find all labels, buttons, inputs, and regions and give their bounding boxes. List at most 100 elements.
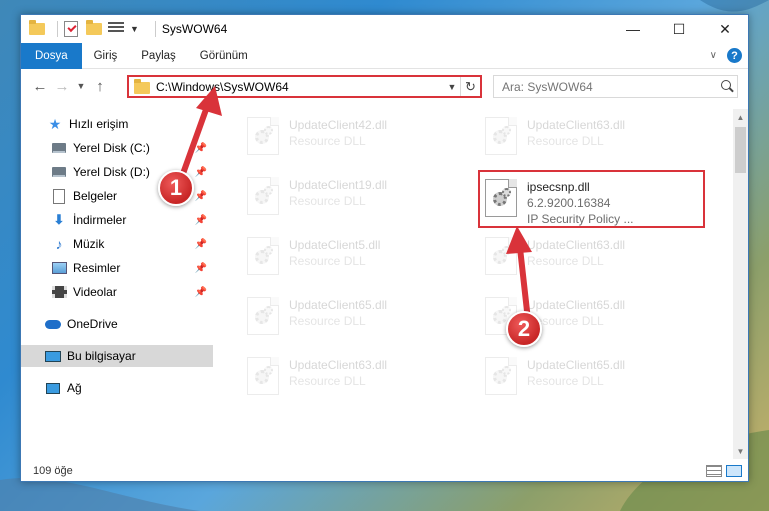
refresh-icon[interactable]: ↻ <box>460 77 480 96</box>
sidebar-item-label: Videolar <box>73 285 117 299</box>
help-icon[interactable]: ? <box>727 48 742 63</box>
details-view-icon[interactable] <box>706 465 722 477</box>
tab-view[interactable]: Görünüm <box>188 43 260 69</box>
file-item[interactable]: UpdateClient65.dll Resource DLL <box>479 351 709 405</box>
disk-icon <box>51 164 67 180</box>
file-item[interactable]: UpdateClient63.dll Resource DLL <box>479 111 709 165</box>
back-button[interactable]: ← <box>29 74 51 98</box>
sidebar-item-disk-c[interactable]: Yerel Disk (C:) 📌 <box>21 137 213 159</box>
sidebar-item-network[interactable]: Ağ <box>21 377 213 399</box>
dll-file-icon <box>485 237 517 275</box>
search-icon[interactable] <box>717 77 737 97</box>
address-bar[interactable]: C:\Windows\SysWOW64 ▼ ↻ <box>127 75 482 98</box>
dll-file-icon <box>247 357 279 395</box>
file-item[interactable]: UpdateClient63.dll Resource DLL <box>479 231 709 285</box>
sidebar-item-label: Bu bilgisayar <box>67 349 136 363</box>
disk-icon <box>51 140 67 156</box>
pin-icon[interactable]: 📌 <box>195 143 207 154</box>
chevron-down-icon[interactable]: ▼ <box>130 24 139 34</box>
file-type: Resource DLL <box>289 314 366 328</box>
ribbon-tabs: Dosya Giriş Paylaş Görünüm ∨ ? <box>21 42 748 69</box>
scroll-up-icon[interactable]: ▲ <box>733 109 748 125</box>
forward-button[interactable]: → <box>51 74 73 98</box>
file-type: Resource DLL <box>527 374 604 388</box>
folder-icon <box>134 78 150 94</box>
sidebar-item-downloads[interactable]: ⬇ İndirmeler 📌 <box>21 209 213 231</box>
vertical-scrollbar[interactable]: ▲ ▼ <box>733 109 748 459</box>
search-box[interactable] <box>493 75 738 98</box>
sidebar-item-onedrive[interactable]: OneDrive <box>21 313 213 335</box>
navigation-pane: ★ Hızlı erişim Yerel Disk (C:) 📌 Yerel D… <box>21 109 215 459</box>
chevron-down-icon[interactable]: ∨ <box>710 50 717 61</box>
navigation-bar: ← → ▼ ↑ C:\Windows\SysWOW64 ▼ ↻ <box>21 71 748 101</box>
tab-home[interactable]: Giriş <box>82 43 130 69</box>
sidebar-item-label: Belgeler <box>73 189 118 203</box>
search-input[interactable] <box>502 79 717 94</box>
quick-access-toolbar: ▼ <box>21 15 162 43</box>
sidebar-item-this-pc[interactable]: Bu bilgisayar <box>21 345 213 367</box>
sidebar-item-label: Yerel Disk (C:) <box>73 141 150 155</box>
sidebar-item-quick-access[interactable]: ★ Hızlı erişim <box>21 113 213 135</box>
address-path[interactable]: C:\Windows\SysWOW64 <box>156 80 444 94</box>
close-button[interactable]: ✕ <box>702 15 748 43</box>
pin-icon[interactable]: 📌 <box>195 239 207 250</box>
file-type: Resource DLL <box>289 374 366 388</box>
dll-file-icon <box>485 357 517 395</box>
file-item[interactable]: UpdateClient63.dll Resource DLL <box>241 351 471 405</box>
view-switcher <box>706 465 748 477</box>
file-item[interactable]: UpdateClient42.dll Resource DLL <box>241 111 471 165</box>
tiles-view-icon[interactable] <box>726 465 742 477</box>
properties-check-icon[interactable] <box>64 21 80 37</box>
scroll-thumb[interactable] <box>735 127 746 173</box>
file-item[interactable]: UpdateClient65.dll Resource DLL <box>241 291 471 345</box>
tab-share[interactable]: Paylaş <box>129 43 188 69</box>
file-type: Resource DLL <box>527 254 604 268</box>
step-badge-1: 1 <box>158 170 194 206</box>
up-button[interactable]: ↑ <box>89 74 111 98</box>
ribbon-right: ∨ ? <box>710 48 748 63</box>
window-controls: — ☐ ✕ <box>610 15 748 43</box>
sidebar-item-label: Ağ <box>67 381 82 395</box>
file-name: UpdateClient5.dll <box>289 238 381 252</box>
file-item[interactable]: UpdateClient19.dll Resource DLL <box>241 171 471 225</box>
file-type: Resource DLL <box>289 134 366 148</box>
pin-icon[interactable]: 📌 <box>195 263 207 274</box>
pin-icon[interactable]: 📌 <box>195 287 207 298</box>
toolbar-divider <box>154 21 156 37</box>
scroll-down-icon[interactable]: ▼ <box>733 443 748 459</box>
file-name: UpdateClient63.dll <box>527 238 626 252</box>
file-name: UpdateClient19.dll <box>289 178 388 192</box>
file-name: UpdateClient65.dll <box>527 298 626 312</box>
minimize-button[interactable]: — <box>610 15 656 43</box>
file-type: Resource DLL <box>289 194 366 208</box>
computer-icon <box>45 348 61 364</box>
file-list: UpdateClient42.dll Resource DLL UpdateCli… <box>221 109 733 459</box>
sidebar-item-label: Hızlı erişim <box>69 117 129 131</box>
star-icon: ★ <box>48 115 62 132</box>
pin-icon[interactable]: 📌 <box>195 215 207 226</box>
sidebar-item-pictures[interactable]: Resimler 📌 <box>21 257 213 279</box>
network-icon <box>45 380 61 396</box>
sidebar-item-videos[interactable]: Videolar 📌 <box>21 281 213 303</box>
sidebar-item-music[interactable]: ♪ Müzik 📌 <box>21 233 213 255</box>
sidebar-item-label: Resimler <box>73 261 121 275</box>
maximize-button[interactable]: ☐ <box>656 15 702 43</box>
music-icon: ♪ <box>55 236 63 252</box>
sidebar-item-label: İndirmeler <box>73 213 127 227</box>
dll-file-icon <box>247 237 279 275</box>
recent-locations-button[interactable]: ▼ <box>73 74 89 98</box>
videos-icon <box>51 284 67 300</box>
pin-icon[interactable]: 📌 <box>195 191 207 202</box>
dll-file-icon <box>247 117 279 155</box>
title-bar: ▼ SysWOW64 — ☐ ✕ <box>21 15 748 43</box>
pin-icon[interactable]: 📌 <box>195 167 207 178</box>
tab-file[interactable]: Dosya <box>21 42 82 69</box>
file-item[interactable]: UpdateClient5.dll Resource DLL <box>241 231 471 285</box>
file-name: UpdateClient65.dll <box>527 358 626 372</box>
download-icon: ⬇ <box>53 212 65 227</box>
new-folder-icon[interactable] <box>86 20 102 37</box>
customize-icon[interactable] <box>108 21 124 37</box>
chevron-down-icon[interactable]: ▼ <box>444 82 460 92</box>
window-title: SysWOW64 <box>161 22 228 36</box>
step-badge-2: 2 <box>506 311 542 347</box>
